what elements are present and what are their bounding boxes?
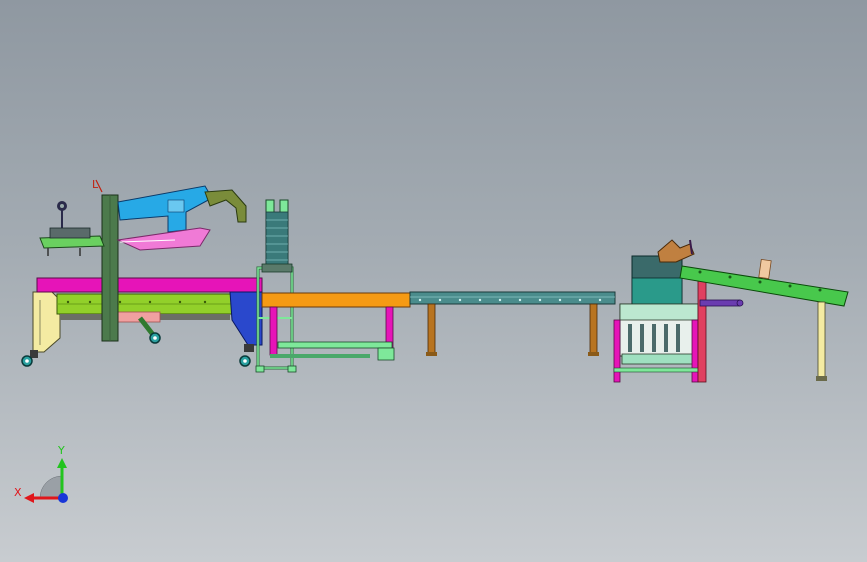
brown-gripper: [657, 239, 695, 263]
carton-item: [758, 258, 772, 280]
roller-conveyor-bed: [409, 291, 616, 305]
caster-wheel: [21, 350, 38, 367]
triad-base-quadrant: [39, 475, 63, 499]
annotation-marker: L: [92, 178, 103, 193]
y-axis-label: Y: [57, 444, 65, 457]
pink-folding-plate: [116, 227, 211, 251]
unpacking-station[interactable]: [613, 239, 744, 383]
carton-sealer-machine[interactable]: L: [21, 178, 263, 367]
annotation-marker-text: L: [92, 178, 99, 191]
roller-leg: [427, 303, 436, 355]
packaging-line-assembly: L Y X: [14, 178, 849, 503]
ramp-leg: [817, 301, 826, 379]
orientation-triad[interactable]: Y X: [14, 444, 68, 503]
magenta-top-rail: [36, 277, 263, 293]
olive-gripper-arm: [204, 189, 247, 223]
purple-cylinder: [699, 299, 741, 307]
sky-blue-arm: [117, 185, 213, 233]
cream-end-frame: [32, 291, 61, 353]
orange-belt: [261, 292, 411, 308]
caster-wheel-right: [239, 344, 254, 367]
x-axis-label: X: [14, 486, 22, 499]
roller-leg: [589, 303, 598, 355]
red-post: [697, 277, 707, 383]
cad-viewport[interactable]: L Y X: [0, 0, 867, 562]
z-axis-dot: [58, 493, 68, 503]
top-tape-head: [39, 227, 105, 256]
orange-belt-conveyor[interactable]: [261, 292, 411, 361]
conveyor-base-frame: [277, 341, 393, 349]
roller-conveyor[interactable]: [409, 291, 616, 356]
